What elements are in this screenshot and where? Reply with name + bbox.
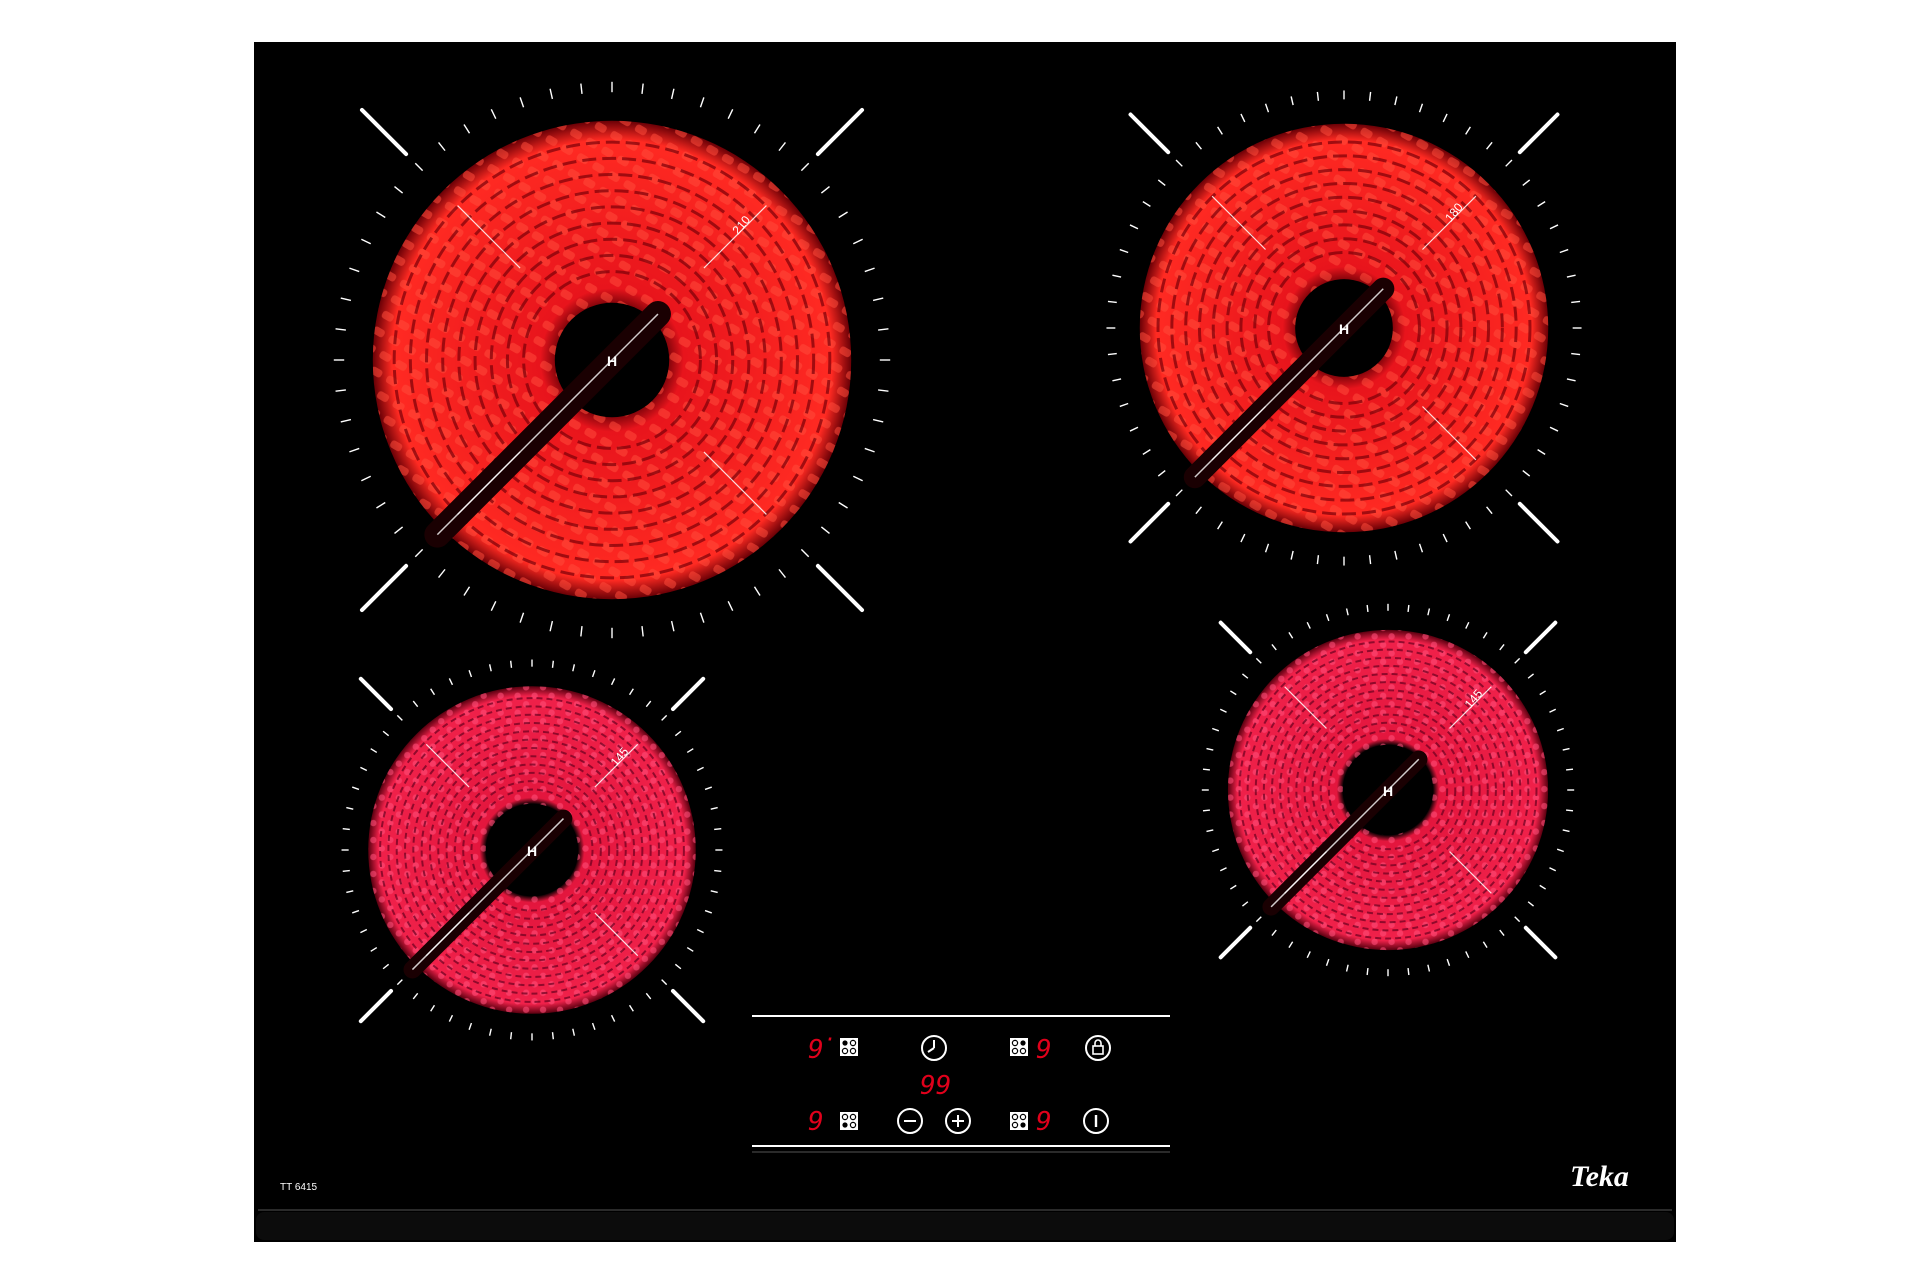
zone-front-left: 145H [341, 659, 723, 1041]
rear-right-power-display: 9 [1036, 1035, 1052, 1065]
zone-residual-heat: H [1339, 321, 1349, 337]
zone-rear-right: 180H [1106, 90, 1582, 566]
zone-tick [1566, 768, 1574, 771]
zone-tick [1566, 809, 1574, 812]
front-left-power-display: 9 [808, 1107, 824, 1137]
zone-tick [1316, 555, 1320, 565]
zone-tick [342, 869, 350, 873]
zone-front-right: 145H [1201, 603, 1575, 977]
zone-tick [1407, 604, 1410, 612]
zone-tick [1366, 968, 1369, 976]
zone-tick [1407, 968, 1410, 976]
zone-tick [551, 660, 555, 668]
zone-tick [714, 869, 722, 873]
zone-tick [1202, 809, 1210, 812]
zone-residual-heat: H [1383, 783, 1393, 799]
zone-rear-left: 210H [333, 81, 891, 639]
zone-tick [1316, 91, 1320, 101]
cooktop-stage: 210H180H145H145H 9 · 9 99 9 9 TT 6415 Te… [254, 42, 1676, 1242]
zone-select-front-right-icon[interactable] [1010, 1112, 1028, 1130]
timer-display: 99 [920, 1071, 951, 1101]
rear-left-power-display: 9 [808, 1035, 824, 1065]
zone-tick [509, 1032, 513, 1040]
zone-residual-heat: H [607, 353, 617, 369]
zone-tick [1202, 768, 1210, 771]
zone-residual-heat: H [527, 843, 537, 859]
zone-tick [509, 660, 513, 668]
zone-tick [1107, 300, 1117, 304]
zone-tick [1368, 91, 1372, 101]
zone-tick [714, 827, 722, 831]
front-right-power-display: 9 [1036, 1107, 1052, 1137]
zone-tick [1366, 604, 1369, 612]
model-label: TT 6415 [280, 1182, 317, 1193]
zone-tick [1368, 555, 1372, 565]
brand-logo: Teka [1570, 1160, 1629, 1193]
zone-tick [342, 827, 350, 831]
zone-select-front-left-icon[interactable] [840, 1112, 858, 1130]
rear-left-dot: · [824, 1027, 836, 1051]
zone-tick [1571, 300, 1581, 304]
zone-select-rear-left-icon[interactable] [840, 1038, 858, 1056]
zone-select-rear-right-icon[interactable] [1010, 1038, 1028, 1056]
cooktop-front-edge [256, 1212, 1674, 1240]
zone-tick [1107, 352, 1117, 356]
zone-tick [551, 1032, 555, 1040]
zone-tick [1571, 352, 1581, 356]
